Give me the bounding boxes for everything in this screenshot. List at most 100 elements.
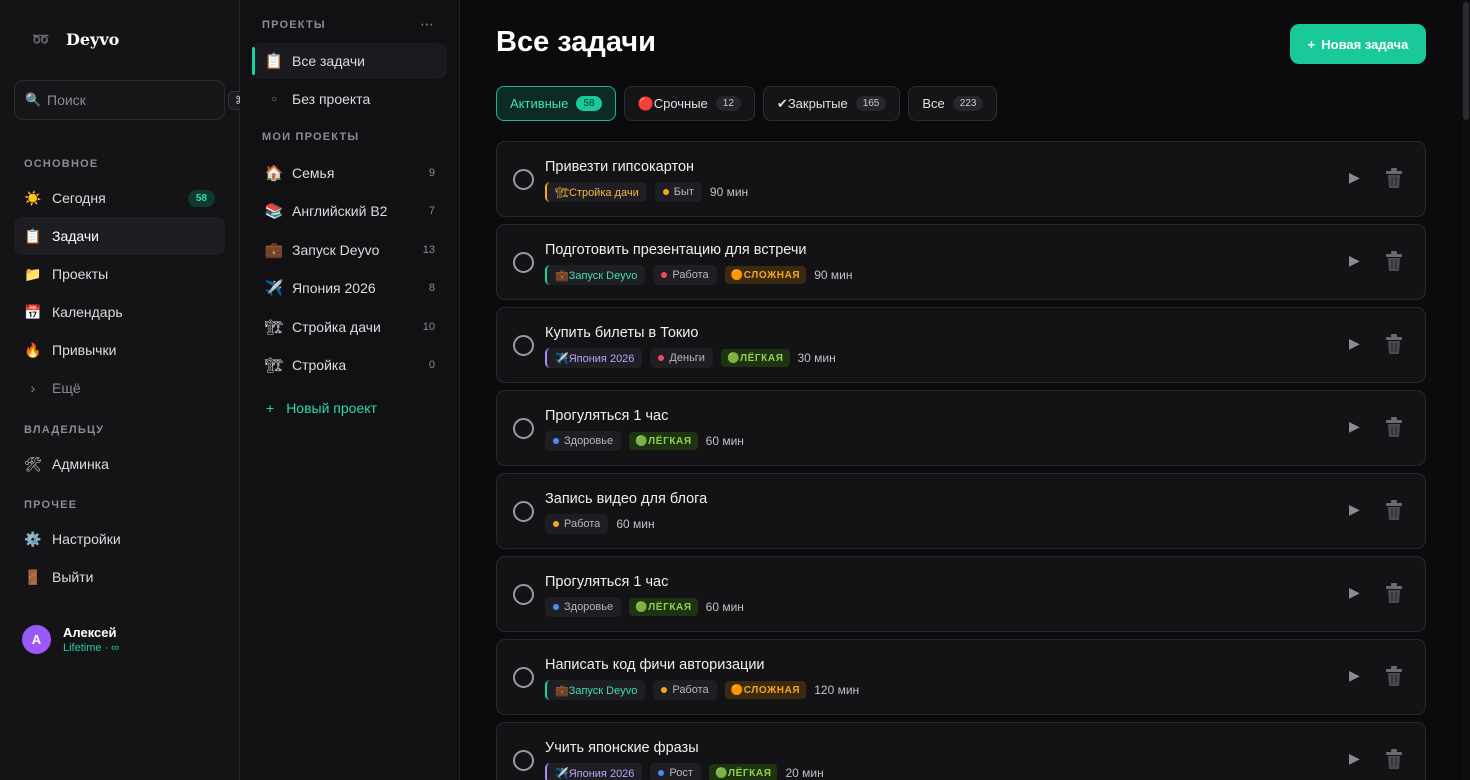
- duration: 20 мин: [785, 766, 824, 780]
- sidebar-item-tasks[interactable]: 📋 Задачи: [14, 217, 225, 255]
- complete-checkbox[interactable]: [513, 750, 534, 771]
- category-label: Быт: [673, 186, 694, 198]
- task-title[interactable]: Написать код фичи авторизации: [545, 657, 765, 673]
- user-profile[interactable]: А Алексей Lifetime · ∞: [22, 625, 119, 654]
- category-tag[interactable]: Быт: [654, 182, 702, 202]
- category-tag[interactable]: Работа: [545, 514, 609, 534]
- task-title[interactable]: Привезти гипсокартон: [545, 159, 694, 175]
- complete-checkbox[interactable]: [513, 501, 534, 522]
- play-icon[interactable]: ▶: [1349, 501, 1360, 518]
- play-icon[interactable]: ▶: [1349, 418, 1360, 435]
- task-tags: 🏗Стройка дачи Быт 90 мин: [545, 182, 748, 202]
- trash-icon[interactable]: [1383, 415, 1405, 439]
- project-item[interactable]: 💼 Запуск Deyvo 13: [252, 232, 447, 268]
- scrollbar-thumb[interactable]: [1463, 2, 1469, 120]
- fire-icon: 🔥: [24, 341, 42, 358]
- project-item[interactable]: ✈️ Япония 2026 8: [252, 270, 447, 306]
- complete-checkbox[interactable]: [513, 169, 534, 190]
- tools-icon: 🛠: [24, 455, 42, 472]
- sidebar-item-settings[interactable]: ⚙️ Настройки: [14, 520, 225, 558]
- new-task-label: Новая задача: [1321, 36, 1409, 52]
- task-row[interactable]: Подготовить презентацию для встречи 💼Зап…: [496, 224, 1426, 300]
- task-title[interactable]: Подготовить презентацию для встречи: [545, 242, 807, 258]
- task-row[interactable]: Учить японские фразы ✈️Япония 2026 Рост 🟢Л…: [496, 722, 1426, 780]
- new-task-button[interactable]: + Новая задача: [1290, 24, 1426, 64]
- project-item[interactable]: 📚 Английский B2 7: [252, 193, 447, 229]
- trash-icon[interactable]: [1383, 166, 1405, 190]
- more-options-icon[interactable]: ⋯: [420, 16, 434, 33]
- category-dot: [661, 272, 668, 278]
- brand[interactable]: ➿ Deyvo: [30, 28, 119, 50]
- play-icon[interactable]: ▶: [1349, 169, 1360, 186]
- task-row[interactable]: Привезти гипсокартон 🏗Стройка дачи Быт 90 …: [496, 141, 1426, 217]
- category-tag[interactable]: Здоровье: [545, 597, 622, 617]
- tab-closed[interactable]: ✔Закрытые 165: [762, 86, 901, 121]
- category-tag[interactable]: Рост: [650, 763, 701, 780]
- trash-icon[interactable]: [1383, 747, 1405, 771]
- trash-icon[interactable]: [1383, 332, 1405, 356]
- project-item[interactable]: 🏠 Семья 9: [252, 155, 447, 191]
- task-title[interactable]: Прогуляться 1 час: [545, 408, 668, 424]
- complete-checkbox[interactable]: [513, 418, 534, 439]
- difficulty-badge: 🟢ЛЁГКАЯ: [720, 349, 790, 367]
- complete-checkbox[interactable]: [513, 667, 534, 688]
- project-tag[interactable]: 🏗Стройка дачи: [545, 182, 647, 202]
- project-tag[interactable]: 💼Запуск Deyvo: [545, 680, 646, 700]
- project-tag[interactable]: ✈️Япония 2026: [545, 763, 643, 780]
- scrollbar[interactable]: [1462, 0, 1470, 780]
- category-tag[interactable]: Здоровье: [545, 431, 622, 451]
- trash-icon[interactable]: [1383, 664, 1405, 688]
- tab-urgent[interactable]: 🔴Срочные 12: [623, 86, 755, 121]
- sidebar-item-calendar[interactable]: 📅 Календарь: [14, 293, 225, 331]
- category-tag[interactable]: Работа: [653, 265, 717, 285]
- project-label: Семья: [292, 165, 335, 181]
- tab-active[interactable]: Активные 58: [496, 86, 616, 121]
- play-icon[interactable]: ▶: [1349, 252, 1360, 269]
- complete-checkbox[interactable]: [513, 252, 534, 273]
- project-tag[interactable]: ✈️Япония 2026: [545, 348, 643, 368]
- category-tag[interactable]: Деньги: [650, 348, 713, 368]
- play-icon[interactable]: ▶: [1349, 584, 1360, 601]
- search-input[interactable]: [47, 92, 228, 108]
- sidebar-item-habits[interactable]: 🔥 Привычки: [14, 331, 225, 369]
- difficulty-badge: 🟠СЛОЖНАЯ: [724, 681, 807, 699]
- task-row[interactable]: Прогуляться 1 час Здоровье 🟢ЛЁГКАЯ 60 мин …: [496, 390, 1426, 466]
- plus-icon: +: [1307, 36, 1316, 52]
- search-box[interactable]: 🔍 ⌘K: [14, 80, 261, 120]
- play-icon[interactable]: ▶: [1349, 750, 1360, 767]
- project-item-all[interactable]: 📋 Все задачи: [252, 43, 447, 79]
- sidebar-item-logout[interactable]: 🚪 Выйти: [14, 558, 225, 596]
- project-item[interactable]: 🏗 Стройка 0: [252, 347, 447, 383]
- project-item-none[interactable]: ○ Без проекта: [252, 81, 447, 117]
- calendar-icon: 📅: [24, 303, 42, 320]
- task-row[interactable]: Написать код фичи авторизации 💼Запуск De…: [496, 639, 1426, 715]
- projects-panel: ПРОЕКТЫ ⋯ 📋 Все задачи ○ Без проекта МОИ…: [240, 0, 460, 780]
- play-icon[interactable]: ▶: [1349, 335, 1360, 352]
- sidebar-item-admin[interactable]: 🛠 Админка: [14, 445, 225, 483]
- project-item[interactable]: 🏗 Стройка дачи 10: [252, 309, 447, 345]
- complete-checkbox[interactable]: [513, 584, 534, 605]
- sidebar-item-projects[interactable]: 📁 Проекты: [14, 255, 225, 293]
- task-row[interactable]: Купить билеты в Токио ✈️Япония 2026 Деньг…: [496, 307, 1426, 383]
- task-row[interactable]: Прогуляться 1 час Здоровье 🟢ЛЁГКАЯ 60 мин …: [496, 556, 1426, 632]
- task-title[interactable]: Учить японские фразы: [545, 740, 699, 756]
- task-title[interactable]: Запись видео для блога: [545, 491, 707, 507]
- sidebar-item-today[interactable]: ☀️ Сегодня 58: [14, 179, 225, 217]
- play-icon[interactable]: ▶: [1349, 667, 1360, 684]
- task-title[interactable]: Купить билеты в Токио: [545, 325, 698, 341]
- tab-label: ✔Закрытые: [776, 95, 848, 111]
- sidebar-item-more[interactable]: › Ещё: [14, 369, 225, 407]
- task-row[interactable]: Запись видео для блога Работа 60 мин ▶: [496, 473, 1426, 549]
- complete-checkbox[interactable]: [513, 335, 534, 356]
- project-label: Япония 2026: [292, 280, 376, 296]
- trash-icon[interactable]: [1383, 581, 1405, 605]
- trash-icon[interactable]: [1383, 249, 1405, 273]
- category-tag[interactable]: Работа: [653, 680, 717, 700]
- task-title[interactable]: Прогуляться 1 час: [545, 574, 668, 590]
- tab-all[interactable]: Все 223: [908, 86, 998, 121]
- trash-icon[interactable]: [1383, 498, 1405, 522]
- project-count: 7: [428, 205, 435, 217]
- project-tag[interactable]: 💼Запуск Deyvo: [545, 265, 646, 285]
- sidebar-item-label: Проекты: [52, 266, 109, 282]
- new-project-button[interactable]: + Новый проект: [266, 400, 377, 416]
